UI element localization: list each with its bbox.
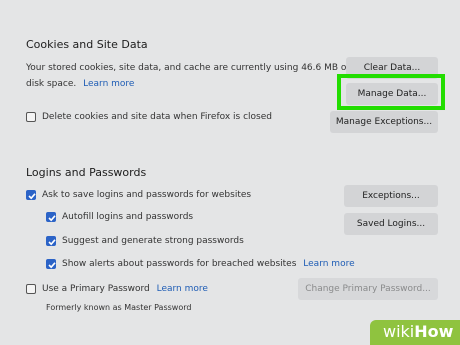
checkmark-icon — [28, 193, 36, 200]
cookies-description-line2: disk space. — [26, 79, 77, 89]
clear-data-label: Clear Data... — [363, 63, 421, 73]
suggest-passwords-checkbox[interactable] — [46, 236, 56, 246]
cookies-heading: Cookies and Site Data — [26, 38, 148, 51]
primary-password-label: Use a Primary Password — [42, 284, 150, 294]
highlight-box — [337, 74, 445, 110]
cookies-learn-more-link[interactable]: Learn more — [83, 79, 134, 89]
wikihow-watermark: wikiHow — [370, 320, 460, 345]
autofill-checkbox[interactable] — [46, 212, 56, 222]
delete-cookies-label: Delete cookies and site data when Firefo… — [42, 112, 272, 122]
checkmark-icon — [48, 262, 56, 269]
primary-password-learn-more-link[interactable]: Learn more — [157, 284, 208, 294]
exceptions-button[interactable]: Exceptions... — [344, 185, 438, 207]
ask-to-save-checkbox[interactable] — [26, 190, 36, 200]
watermark-wiki: wiki — [383, 322, 415, 341]
exceptions-label: Exceptions... — [362, 191, 420, 201]
breach-alerts-learn-more-link[interactable]: Learn more — [303, 259, 354, 269]
breach-alerts-label: Show alerts about passwords for breached… — [62, 259, 297, 269]
suggest-passwords-label: Suggest and generate strong passwords — [62, 236, 244, 246]
delete-cookies-checkbox[interactable] — [26, 112, 36, 122]
autofill-label: Autofill logins and passwords — [62, 212, 194, 222]
change-primary-password-button[interactable]: Change Primary Password... — [298, 278, 438, 300]
saved-logins-label: Saved Logins... — [356, 219, 426, 229]
primary-password-checkbox[interactable] — [26, 284, 36, 294]
breach-alerts-checkbox[interactable] — [46, 259, 56, 269]
checkmark-icon — [48, 215, 56, 222]
logins-heading: Logins and Passwords — [26, 166, 147, 179]
saved-logins-button[interactable]: Saved Logins... — [344, 213, 438, 235]
manage-exceptions-button[interactable]: Manage Exceptions... — [330, 111, 438, 133]
manage-exceptions-label: Manage Exceptions... — [335, 117, 433, 127]
formerly-master-password-note: Formerly known as Master Password — [46, 303, 192, 312]
checkmark-icon — [48, 239, 56, 246]
cookies-description-line1: Your stored cookies, site data, and cach… — [26, 63, 350, 73]
watermark-how: How — [414, 322, 454, 341]
change-primary-password-label: Change Primary Password... — [305, 284, 431, 294]
ask-to-save-label: Ask to save logins and passwords for web… — [42, 190, 252, 200]
